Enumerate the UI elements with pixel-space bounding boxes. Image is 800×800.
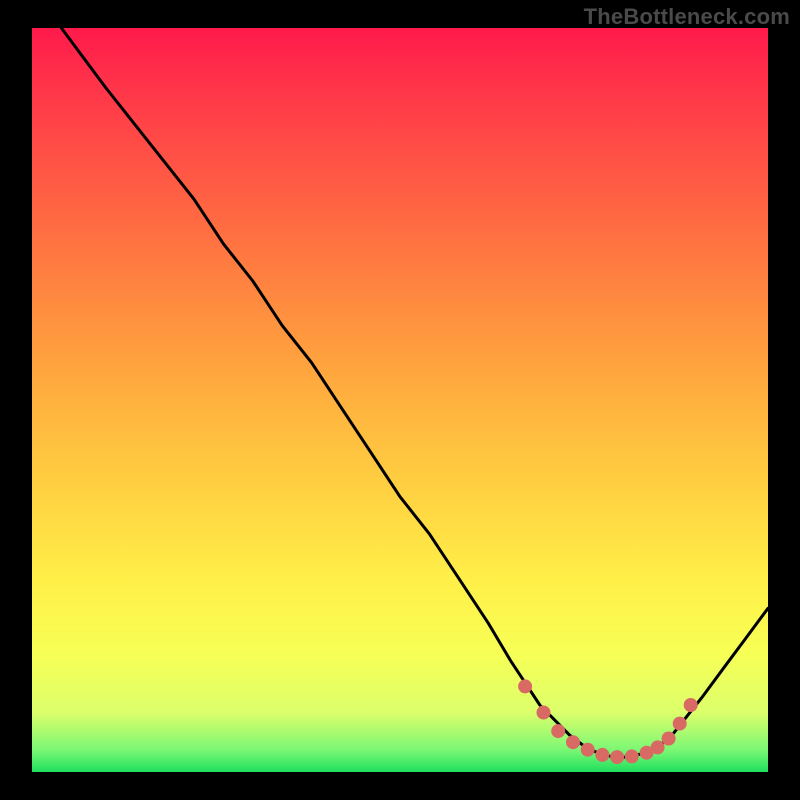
plot-area — [32, 28, 768, 772]
optimal-dot — [684, 698, 698, 712]
curve-layer — [61, 28, 768, 757]
chart-svg — [32, 28, 768, 772]
bottleneck-curve — [61, 28, 768, 757]
watermark-text: TheBottleneck.com — [584, 4, 790, 30]
optimal-dot — [673, 717, 687, 731]
optimal-dots-layer — [518, 679, 698, 764]
optimal-dot — [551, 724, 565, 738]
optimal-dot — [537, 706, 551, 720]
optimal-dot — [581, 743, 595, 757]
optimal-dot — [566, 735, 580, 749]
optimal-dot — [662, 732, 676, 746]
optimal-dot — [610, 750, 624, 764]
optimal-dot — [518, 679, 532, 693]
chart-frame: TheBottleneck.com — [0, 0, 800, 800]
optimal-dot — [595, 748, 609, 762]
optimal-dot — [625, 749, 639, 763]
optimal-dot — [651, 740, 665, 754]
